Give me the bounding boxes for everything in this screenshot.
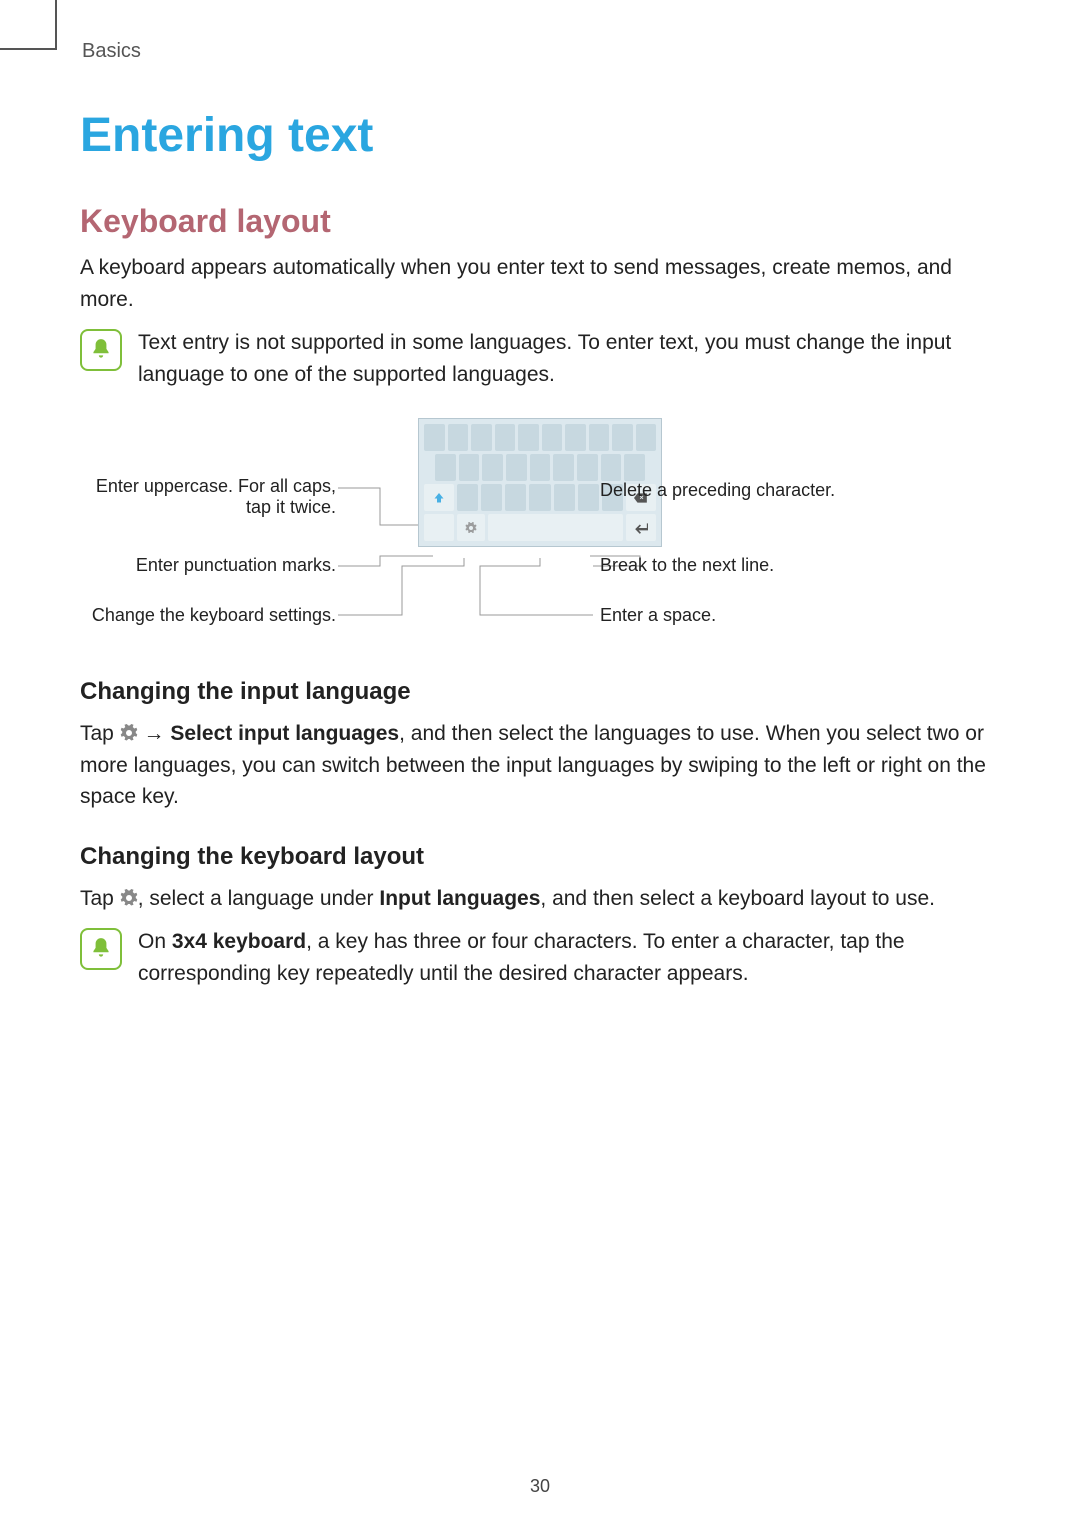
enter-icon [634, 522, 648, 534]
keyboard-layout-paragraph: Tap , select a language under Input lang… [80, 883, 1000, 915]
page-number: 30 [0, 1476, 1080, 1497]
note-text-1: Text entry is not supported in some lang… [138, 327, 1000, 390]
keyboard-figure: Enter uppercase. For all caps, tap it tw… [80, 418, 1000, 648]
punctuation-key [424, 514, 454, 541]
shift-icon [433, 492, 445, 504]
section-heading-keyboard-layout: Keyboard layout [80, 203, 1000, 240]
subsection-input-language: Changing the input language [80, 678, 1000, 706]
callout-uppercase: Enter uppercase. For all caps, tap it tw… [80, 476, 336, 518]
subsection-keyboard-layout: Changing the keyboard layout [80, 843, 1000, 871]
space-key [488, 514, 623, 541]
note-bell-icon [80, 928, 122, 970]
gear-icon [120, 724, 138, 742]
gear-icon [465, 522, 477, 534]
note-block-2: On 3x4 keyboard, a key has three or four… [80, 926, 1000, 989]
callout-next-line: Break to the next line. [600, 555, 900, 576]
shift-key [424, 484, 454, 511]
bell-icon [88, 337, 114, 363]
note-text-2: On 3x4 keyboard, a key has three or four… [138, 926, 1000, 989]
callout-delete: Delete a preceding character. [600, 480, 920, 501]
gear-icon [120, 889, 138, 907]
enter-key [626, 514, 656, 541]
input-language-paragraph: Tap → Select input languages, and then s… [80, 718, 1000, 813]
callout-space: Enter a space. [600, 605, 900, 626]
bell-icon [88, 936, 114, 962]
breadcrumb: Basics [82, 40, 1000, 63]
note-bell-icon [80, 329, 122, 371]
callout-settings: Change the keyboard settings. [80, 605, 336, 626]
note-block-1: Text entry is not supported in some lang… [80, 327, 1000, 390]
page-title: Entering text [80, 108, 1000, 163]
settings-key [457, 514, 485, 541]
intro-paragraph: A keyboard appears automatically when yo… [80, 252, 1000, 315]
callout-punctuation: Enter punctuation marks. [80, 555, 336, 576]
